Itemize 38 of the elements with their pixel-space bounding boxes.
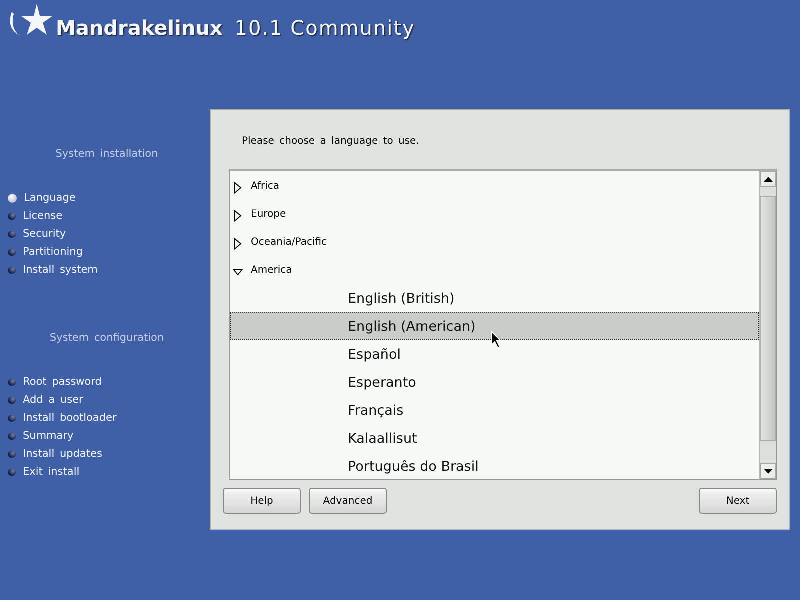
step-label: Summary	[23, 430, 74, 442]
step-label: Language	[24, 192, 76, 204]
language-item[interactable]: English (American)	[230, 312, 759, 340]
language-item[interactable]: Español	[230, 340, 759, 368]
region-item[interactable]: Oceania/Pacific	[251, 236, 328, 248]
mouse-cursor-icon	[491, 331, 503, 349]
scrollbar[interactable]	[759, 171, 776, 479]
step-label: Security	[23, 228, 66, 240]
step-label: Partitioning	[23, 246, 83, 258]
step-label: Exit install	[23, 466, 80, 478]
region-item[interactable]: Africa	[251, 180, 280, 192]
step-label: Add a user	[23, 394, 84, 406]
expander-icon[interactable]	[233, 182, 243, 194]
step-label: Install bootloader	[23, 412, 117, 424]
region-item[interactable]: Europe	[251, 208, 286, 220]
scroll-thumb[interactable]	[760, 196, 776, 441]
step-label: License	[23, 210, 63, 222]
region-item[interactable]: America	[251, 264, 292, 276]
dialog-button[interactable]: Help	[223, 488, 301, 514]
language-item[interactable]: Português do Brasil	[230, 452, 759, 480]
language-item[interactable]: Français	[230, 396, 759, 424]
section-heading: System installation	[54, 148, 160, 160]
version-label: 10.1 Community	[234, 16, 416, 40]
brand-name: Mandrakelinux	[56, 16, 223, 40]
step-label: Root password	[23, 376, 102, 388]
prompt-text: Please choose a language to use.	[241, 135, 420, 149]
scroll-up-icon[interactable]	[760, 171, 776, 187]
section-heading: System configuration	[48, 332, 166, 344]
step-label: Install updates	[23, 448, 102, 460]
scroll-down-icon[interactable]	[760, 463, 776, 479]
expander-icon[interactable]	[233, 238, 243, 250]
language-item[interactable]: Esperanto	[230, 368, 759, 396]
next-button[interactable]: Next	[699, 488, 777, 514]
step-label: Install system	[23, 264, 98, 276]
expander-icon[interactable]	[233, 210, 243, 222]
language-item[interactable]: Kalaallisut	[230, 424, 759, 452]
dialog-button[interactable]: Advanced	[309, 488, 387, 514]
language-item[interactable]: English (British)	[230, 284, 759, 312]
